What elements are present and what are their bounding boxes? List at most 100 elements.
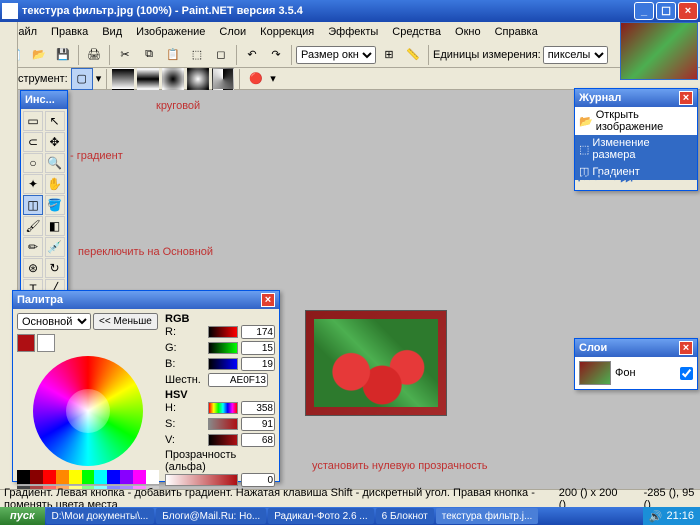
v-input[interactable] — [241, 433, 275, 447]
menu-view[interactable]: Вид — [96, 24, 128, 40]
ellipse-select-tool[interactable]: ○ — [23, 153, 43, 173]
s-input[interactable] — [241, 417, 275, 431]
current-tool-icon[interactable]: ▢ — [71, 68, 93, 90]
palette-title: Палитра — [17, 294, 63, 306]
colors-panel: Палитра× Основной << Меньше RGB R: G: B: — [12, 290, 280, 482]
s-slider[interactable] — [208, 418, 238, 430]
rgb-label: RGB — [165, 313, 275, 325]
move-selection-tool[interactable]: ✥ — [45, 132, 65, 152]
history-first-icon[interactable]: ⏮ — [578, 170, 591, 187]
hex-input[interactable] — [208, 373, 268, 387]
magic-wand-tool[interactable]: ✦ — [23, 174, 43, 194]
close-button[interactable]: × — [678, 2, 698, 20]
recolor-tool[interactable]: ↻ — [45, 258, 65, 278]
tools-title: Инс... — [25, 94, 55, 106]
task-item[interactable]: D:\Мои документы\... — [46, 508, 155, 524]
gradient-linear-icon[interactable] — [112, 68, 134, 90]
gradient-reflected-icon[interactable] — [137, 68, 159, 90]
open-icon[interactable]: 📂 — [28, 44, 50, 66]
cut-icon[interactable]: ✂ — [114, 44, 136, 66]
color-mode-icon[interactable]: 🔴 — [245, 68, 267, 90]
document-image[interactable] — [305, 310, 447, 416]
ruler-icon[interactable]: 📏 — [402, 44, 424, 66]
layer-visible-checkbox[interactable] — [680, 367, 693, 380]
copy-icon[interactable]: ⧉ — [138, 44, 160, 66]
layers-close-icon[interactable]: × — [679, 341, 693, 355]
h-input[interactable] — [241, 401, 275, 415]
grid-icon[interactable]: ⊞ — [378, 44, 400, 66]
less-button[interactable]: << Меньше — [93, 313, 158, 330]
history-title: Журнал — [579, 92, 621, 104]
palette-close-icon[interactable]: × — [261, 293, 275, 307]
pencil-tool[interactable]: ✏ — [23, 237, 43, 257]
alpha-label: Прозрачность (альфа) — [165, 449, 275, 473]
r-input[interactable] — [241, 325, 275, 339]
alpha-slider[interactable] — [165, 474, 238, 486]
gradient-conical-icon[interactable] — [212, 68, 234, 90]
brush-tool[interactable]: 🖌 — [23, 216, 43, 236]
bucket-tool[interactable]: 🪣 — [45, 195, 65, 215]
navigator-thumbnail[interactable] — [620, 22, 698, 80]
gradient-tool[interactable]: ◫ — [23, 195, 43, 215]
undo-icon[interactable]: ↶ — [241, 44, 263, 66]
save-icon[interactable]: 💾 — [52, 44, 74, 66]
history-back-icon[interactable]: ↶ — [593, 170, 605, 187]
g-slider[interactable] — [208, 342, 238, 354]
task-item[interactable]: Блоги@Mail.Ru: Но... — [156, 508, 266, 524]
task-item[interactable]: текстура фильтр.j... — [436, 508, 539, 524]
view-mode-select[interactable]: Размер окн — [296, 46, 376, 64]
print-icon[interactable]: 🖨 — [83, 44, 105, 66]
main-toolbar: 📄 📂 💾 🖨 ✂ ⧉ 📋 ⬚ ◻ ↶ ↷ Размер окн ⊞ 📏 Еди… — [0, 42, 700, 68]
rect-select-tool[interactable]: ▭ — [23, 111, 43, 131]
v-slider[interactable] — [208, 434, 238, 446]
alpha-input[interactable] — [241, 473, 275, 487]
g-input[interactable] — [241, 341, 275, 355]
history-fwd-icon[interactable]: ↷ — [606, 170, 618, 187]
menu-edit[interactable]: Правка — [45, 24, 94, 40]
b-input[interactable] — [241, 357, 275, 371]
palette-strip[interactable] — [17, 470, 159, 484]
gradient-diamond-icon[interactable] — [162, 68, 184, 90]
picker-tool[interactable]: 💉 — [45, 237, 65, 257]
menu-tools[interactable]: Средства — [386, 24, 447, 40]
menu-image[interactable]: Изображение — [130, 24, 211, 40]
menu-effects[interactable]: Эффекты — [322, 24, 384, 40]
b-slider[interactable] — [208, 358, 238, 370]
h-slider[interactable] — [208, 402, 238, 414]
clone-tool[interactable]: ⊛ — [23, 258, 43, 278]
layer-thumbnail[interactable] — [579, 361, 611, 385]
crop-icon[interactable]: ⬚ — [186, 44, 208, 66]
menu-window[interactable]: Окно — [449, 24, 487, 40]
deselect-icon[interactable]: ◻ — [210, 44, 232, 66]
history-item[interactable]: ⬚Изменение размера — [575, 135, 697, 163]
r-slider[interactable] — [208, 326, 238, 338]
system-tray[interactable]: 🔊21:16 — [643, 507, 700, 525]
move-tool[interactable]: ↖ — [45, 111, 65, 131]
primary-swatch[interactable] — [17, 334, 35, 352]
color-mode-select[interactable]: Основной — [17, 313, 91, 330]
start-button[interactable]: пуск — [0, 507, 45, 525]
task-item[interactable]: 6 Блокнот — [376, 508, 434, 524]
layer-name[interactable]: Фон — [615, 367, 636, 379]
menu-adjust[interactable]: Коррекция — [254, 24, 320, 40]
history-item[interactable]: 📂Открыть изображение — [575, 107, 697, 135]
tool-options-bar: Инструмент: ▢ ▾ 🔴 ▾ — [0, 68, 700, 90]
units-select[interactable]: пикселы — [543, 46, 608, 64]
history-last-icon[interactable]: ⏭ — [620, 170, 633, 187]
minimize-button[interactable]: _ — [634, 2, 654, 20]
eraser-tool[interactable]: ◧ — [45, 216, 65, 236]
task-item[interactable]: Радикал-Фото 2.6 ... — [268, 508, 373, 524]
history-close-icon[interactable]: × — [679, 91, 693, 105]
paste-icon[interactable]: 📋 — [162, 44, 184, 66]
redo-icon[interactable]: ↷ — [265, 44, 287, 66]
gradient-radial-icon[interactable] — [187, 68, 209, 90]
zoom-tool[interactable]: 🔍 — [45, 153, 65, 173]
menu-layers[interactable]: Слои — [213, 24, 252, 40]
pan-tool[interactable]: ✋ — [45, 174, 65, 194]
menu-help[interactable]: Справка — [489, 24, 544, 40]
color-wheel[interactable] — [33, 356, 143, 466]
maximize-button[interactable]: ☐ — [656, 2, 676, 20]
statusbar: Градиент. Левая кнопка - добавить градие… — [0, 489, 700, 507]
secondary-swatch[interactable] — [37, 334, 55, 352]
lasso-tool[interactable]: ⊂ — [23, 132, 43, 152]
